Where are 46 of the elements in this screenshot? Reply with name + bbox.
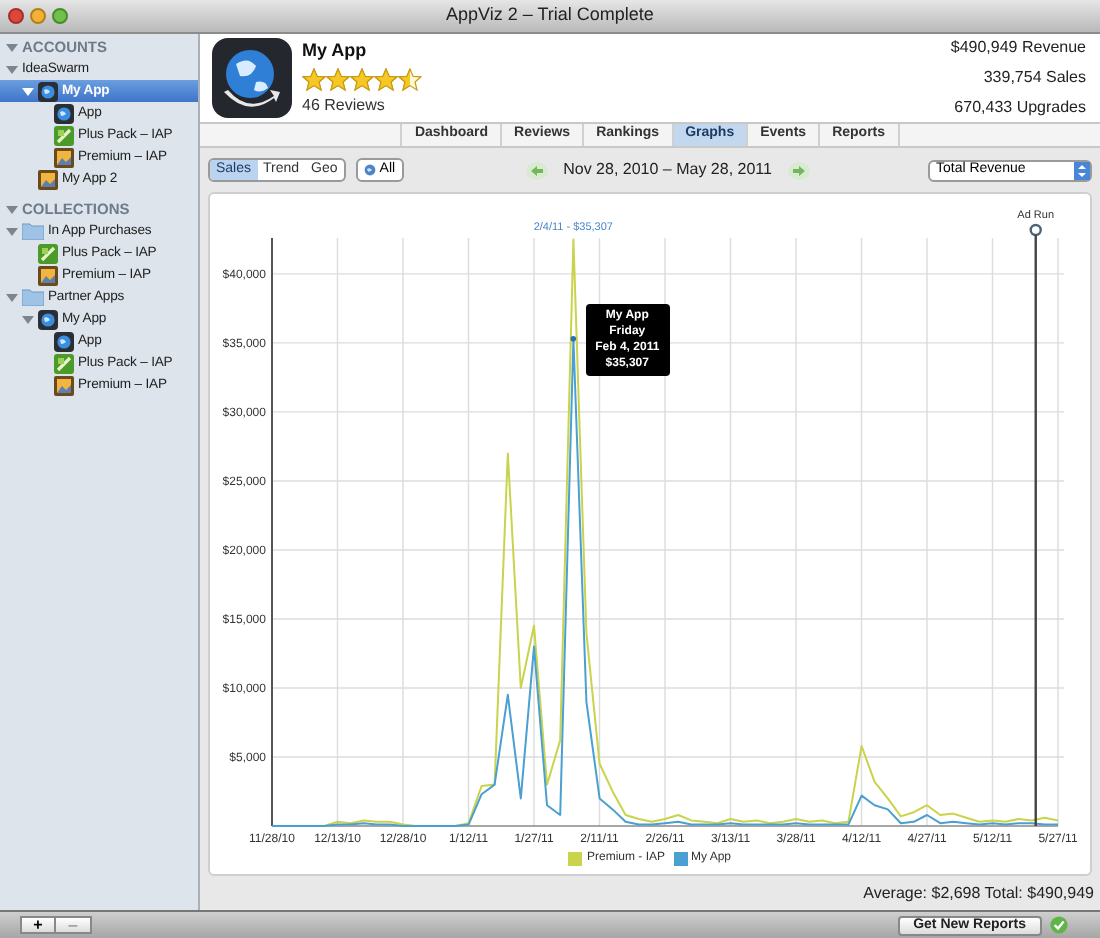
- previous-arrow-icon[interactable]: [525, 161, 548, 179]
- disclosure-triangle-icon[interactable]: [6, 41, 18, 53]
- picture-frame-icon: [54, 147, 74, 167]
- disclosure-triangle-icon[interactable]: [22, 85, 34, 97]
- globe-app-icon: [212, 38, 292, 118]
- disclosure-triangle-icon[interactable]: [22, 313, 34, 325]
- close-button[interactable]: [8, 8, 24, 24]
- summary-text: Average: $2,698 Total: $490,949: [863, 881, 1094, 905]
- data-point: [570, 335, 577, 342]
- pack-icon: [38, 243, 58, 263]
- zoom-button[interactable]: [52, 8, 68, 24]
- star-icon: [374, 67, 398, 92]
- globe-icon: [363, 164, 376, 176]
- stat-text: 339,754 Sales: [983, 66, 1086, 90]
- star-icon: [398, 67, 422, 92]
- select-arrows-icon: [1074, 161, 1090, 179]
- folder-icon: [22, 222, 44, 240]
- folder-icon: [22, 288, 44, 306]
- add-button[interactable]: +: [20, 916, 56, 934]
- app-name: My App: [302, 38, 369, 65]
- pack-icon: [54, 125, 74, 145]
- stat-text: 670,433 Upgrades: [954, 96, 1086, 120]
- picture-frame-icon: [54, 375, 74, 395]
- disclosure-triangle-icon[interactable]: [6, 225, 18, 237]
- picture-frame-icon: [38, 169, 58, 189]
- next-arrow-icon[interactable]: [787, 161, 810, 179]
- globe-app-icon: [38, 309, 58, 329]
- globe-app-icon: [54, 103, 74, 123]
- picture-frame-icon: [38, 265, 58, 285]
- disclosure-triangle-icon[interactable]: [6, 291, 18, 303]
- star-icon: [302, 67, 326, 92]
- disclosure-triangle-icon[interactable]: [6, 203, 18, 215]
- stat-text: $490,949 Revenue: [950, 36, 1086, 60]
- pack-icon: [54, 353, 74, 373]
- star-icon: [350, 67, 374, 92]
- remove-button[interactable]: –: [56, 916, 92, 934]
- check-icon: [1050, 916, 1068, 934]
- window-title: AppViz 2 – Trial Complete: [446, 2, 654, 29]
- review-count: 46 Reviews: [302, 93, 387, 118]
- star-icon: [326, 67, 350, 92]
- minimize-button[interactable]: [30, 8, 46, 24]
- event-marker[interactable]: [1029, 223, 1042, 826]
- globe-app-icon: [54, 331, 74, 351]
- date-range: Nov 28, 2010 – May 28, 2011: [563, 158, 772, 182]
- disclosure-triangle-icon[interactable]: [6, 63, 18, 75]
- globe-app-icon: [38, 81, 58, 101]
